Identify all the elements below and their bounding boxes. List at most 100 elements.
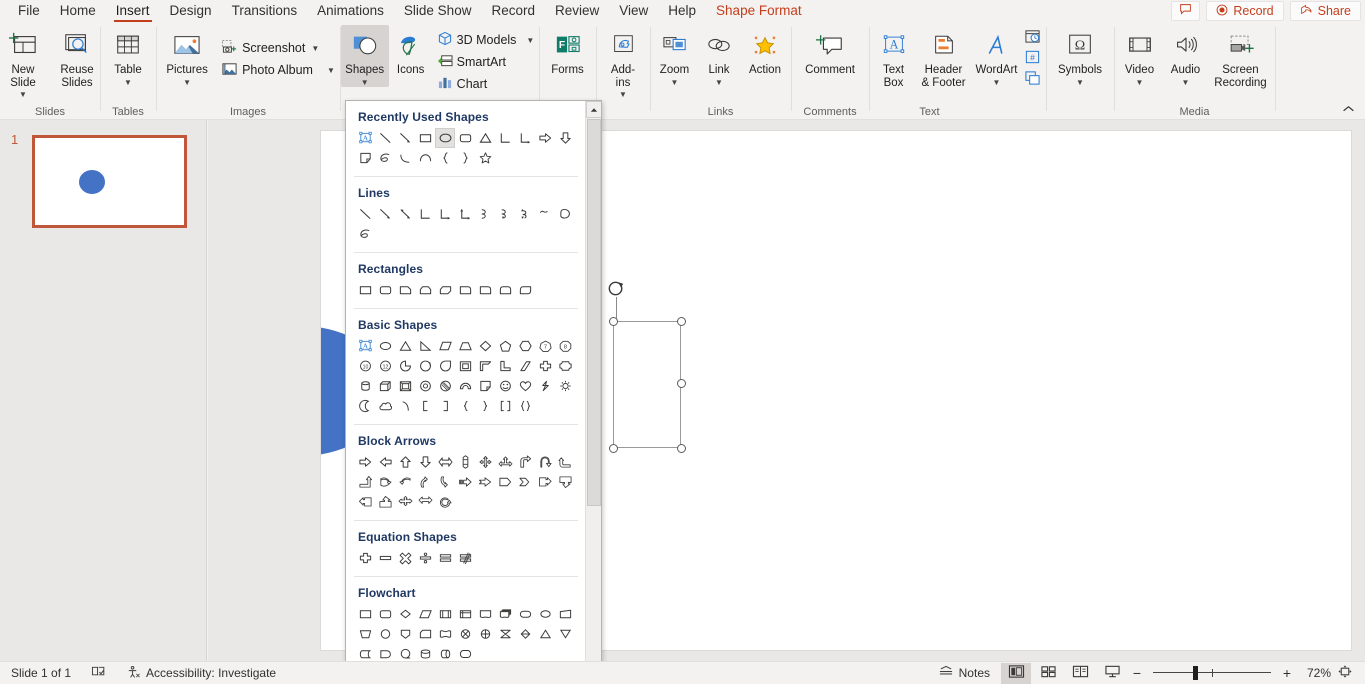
shape-rounded-rectangle[interactable]: [455, 128, 475, 148]
shape-diagonal-stripe[interactable]: [515, 356, 535, 376]
shape-elbow-arrow-connector[interactable]: [515, 128, 535, 148]
shape-text-box[interactable]: A: [355, 336, 375, 356]
reuse-slides-button[interactable]: Reuse Slides: [50, 25, 104, 89]
symbols-button[interactable]: Ω Symbols ▼: [1050, 25, 1110, 87]
shape-curve[interactable]: [535, 204, 555, 224]
shape-line[interactable]: [375, 128, 395, 148]
shape-flowchart-merge[interactable]: [555, 624, 575, 644]
rotate-icon[interactable]: [605, 278, 627, 300]
slide-show-button[interactable]: [1097, 663, 1127, 684]
shape-right-arrow[interactable]: [355, 452, 375, 472]
chevron-down-icon[interactable]: ▼: [19, 90, 27, 99]
shape-smiley-face[interactable]: [495, 376, 515, 396]
shape-moon[interactable]: [355, 396, 375, 416]
shape-snip-diagonal-corner-rectangle[interactable]: [435, 280, 455, 300]
resize-handle-top-left[interactable]: [609, 317, 618, 326]
shape-up-down-arrow[interactable]: [455, 452, 475, 472]
shape-cross[interactable]: [535, 356, 555, 376]
shape-left-brace[interactable]: [455, 396, 475, 416]
tab-help[interactable]: Help: [658, 0, 706, 22]
shape-notched-right-arrow[interactable]: [475, 472, 495, 492]
shape-curved-connector[interactable]: [475, 204, 495, 224]
normal-view-button[interactable]: [1001, 663, 1031, 684]
shape-double-bracket[interactable]: [495, 396, 515, 416]
shapes-button[interactable]: Shapes ▼: [341, 25, 389, 87]
object-button[interactable]: [1022, 70, 1044, 90]
shape-elbow-arrow-connector[interactable]: [435, 204, 455, 224]
shape-flowchart-extract[interactable]: [535, 624, 555, 644]
tab-design[interactable]: Design: [160, 0, 222, 22]
shape-left-arrow-callout[interactable]: [355, 492, 375, 512]
shape-flowchart-predefined-process[interactable]: [435, 604, 455, 624]
shape-bent-arrow[interactable]: [515, 452, 535, 472]
chevron-down-icon[interactable]: ▼: [124, 78, 132, 87]
audio-button[interactable]: Audio ▼: [1163, 25, 1209, 87]
shape-round-same-side-corner-rectangle[interactable]: [495, 280, 515, 300]
scroll-up-arrow-icon[interactable]: [586, 101, 602, 118]
shape-oval[interactable]: [435, 128, 455, 148]
forms-button[interactable]: F Forms: [541, 25, 595, 77]
shape-flowchart-manual-input[interactable]: [555, 604, 575, 624]
shape-snip-and-round-single-corner-rectangle[interactable]: [455, 280, 475, 300]
slide-count-indicator[interactable]: Slide 1 of 1: [8, 666, 74, 680]
fit-to-window-button[interactable]: [1333, 663, 1357, 684]
shape-dodecagon[interactable]: 12: [375, 356, 395, 376]
shape-arc[interactable]: [415, 148, 435, 168]
shape-equal-sign[interactable]: [435, 548, 455, 568]
chevron-down-icon[interactable]: ▼: [1076, 78, 1084, 87]
shape-elbow-connector[interactable]: [415, 204, 435, 224]
shape-star-5-point[interactable]: [475, 148, 495, 168]
tab-home[interactable]: Home: [50, 0, 106, 22]
chevron-down-icon[interactable]: ▼: [1136, 78, 1144, 87]
shape-snip-single-corner-rectangle[interactable]: [395, 280, 415, 300]
shape-flowchart-process[interactable]: [355, 604, 375, 624]
new-slide-button[interactable]: New Slide ▼: [0, 25, 50, 99]
shape-can[interactable]: [355, 376, 375, 396]
shape-pentagon-arrow[interactable]: [495, 472, 515, 492]
shape-text-box[interactable]: A: [355, 128, 375, 148]
reading-view-button[interactable]: [1065, 663, 1095, 684]
tab-slide-show[interactable]: Slide Show: [394, 0, 482, 22]
shape-flowchart-summing-junction[interactable]: [455, 624, 475, 644]
shape-lightning-bolt[interactable]: [535, 376, 555, 396]
shape-right-arrow[interactable]: [535, 128, 555, 148]
shape-hexagon[interactable]: [515, 336, 535, 356]
slide-thumbnail-1[interactable]: [32, 135, 187, 228]
shape-scribble[interactable]: [355, 224, 375, 244]
smartart-button[interactable]: SmartArt: [433, 51, 539, 73]
shape-flowchart-alternate-process[interactable]: [375, 604, 395, 624]
shape-line-double-arrow[interactable]: [395, 204, 415, 224]
tab-record[interactable]: Record: [481, 0, 545, 22]
shape-donut[interactable]: [415, 376, 435, 396]
video-button[interactable]: Video ▼: [1117, 25, 1163, 87]
shape-curved-left-arrow[interactable]: [395, 472, 415, 492]
zoom-slider[interactable]: [1153, 664, 1271, 682]
shape-no-symbol[interactable]: [435, 376, 455, 396]
resize-handle-top-right[interactable]: [677, 317, 686, 326]
tab-view[interactable]: View: [609, 0, 658, 22]
shape-double-brace[interactable]: [515, 396, 535, 416]
shape-snip-same-side-corner-rectangle[interactable]: [415, 280, 435, 300]
shape-right-triangle[interactable]: [415, 336, 435, 356]
shape-folded-corner[interactable]: [355, 148, 375, 168]
shape-flowchart-sort[interactable]: [515, 624, 535, 644]
shape-rectangle[interactable]: [355, 280, 375, 300]
shape-flowchart-off-page-connector[interactable]: [395, 624, 415, 644]
shape-scribble[interactable]: [375, 148, 395, 168]
zoom-button[interactable]: Zoom ▼: [652, 25, 697, 87]
chevron-down-icon[interactable]: ▼: [715, 78, 723, 87]
shape-pie[interactable]: [395, 356, 415, 376]
gallery-scrollbar-thumb[interactable]: [587, 119, 601, 506]
shape-line[interactable]: [355, 204, 375, 224]
addins-button[interactable]: Add- ins ▼: [596, 25, 650, 99]
tab-shape-format[interactable]: Shape Format: [706, 0, 812, 22]
notes-button[interactable]: Notes: [935, 665, 993, 682]
shape-block-arc[interactable]: [455, 376, 475, 396]
shape-isosceles-triangle[interactable]: [395, 336, 415, 356]
spell-check-button[interactable]: [88, 665, 109, 682]
shape-right-brace[interactable]: [475, 396, 495, 416]
shape-flowchart-card[interactable]: [415, 624, 435, 644]
shape-flowchart-preparation[interactable]: [535, 604, 555, 624]
shape-quad-arrow[interactable]: [475, 452, 495, 472]
shape-line-arrow[interactable]: [395, 128, 415, 148]
